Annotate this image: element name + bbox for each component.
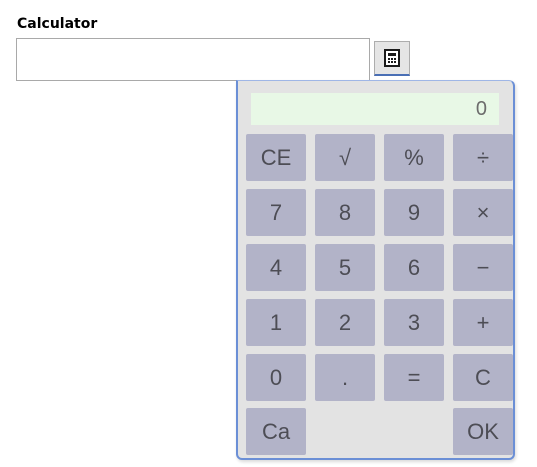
five-key[interactable]: 5: [315, 244, 375, 291]
multiply-key[interactable]: ×: [453, 189, 513, 236]
ce-key[interactable]: CE: [246, 134, 306, 181]
zero-key[interactable]: 0: [246, 354, 306, 401]
calculator-input[interactable]: [16, 38, 370, 81]
six-key[interactable]: 6: [384, 244, 444, 291]
equals-key[interactable]: =: [384, 354, 444, 401]
decimal-key[interactable]: .: [315, 354, 375, 401]
minus-key[interactable]: −: [453, 244, 513, 291]
plus-key[interactable]: +: [453, 299, 513, 346]
clear-key[interactable]: C: [453, 354, 513, 401]
cancel-key[interactable]: Ca: [246, 408, 306, 455]
ok-key[interactable]: OK: [453, 408, 513, 455]
open-calculator-button[interactable]: [374, 41, 410, 76]
calculator-display: 0: [251, 93, 499, 125]
calculator-icon: [384, 49, 400, 67]
one-key[interactable]: 1: [246, 299, 306, 346]
nine-key[interactable]: 9: [384, 189, 444, 236]
eight-key[interactable]: 8: [315, 189, 375, 236]
percent-key[interactable]: %: [384, 134, 444, 181]
square-root-key[interactable]: √: [315, 134, 375, 181]
calculator-label: Calculator: [17, 16, 98, 32]
calculator-popup: 0 CE √ % ÷ 7 8 9 × 4 5 6 − 1 2 3 + 0 . =…: [236, 80, 515, 460]
divide-key[interactable]: ÷: [453, 134, 513, 181]
seven-key[interactable]: 7: [246, 189, 306, 236]
two-key[interactable]: 2: [315, 299, 375, 346]
four-key[interactable]: 4: [246, 244, 306, 291]
three-key[interactable]: 3: [384, 299, 444, 346]
